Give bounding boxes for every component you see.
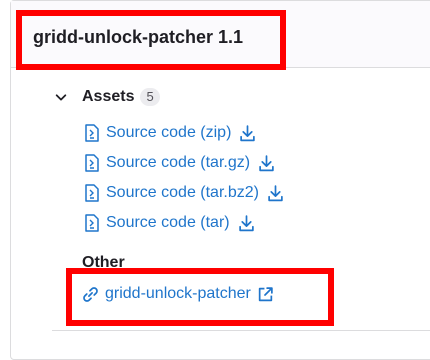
chevron-down-icon bbox=[55, 94, 67, 101]
file-zip-icon bbox=[85, 184, 99, 202]
source-code-zip-link[interactable]: Source code (zip) bbox=[84, 124, 256, 142]
source-code-tarbz2-link[interactable]: Source code (tar.bz2) bbox=[84, 184, 284, 202]
file-zip-icon bbox=[85, 124, 99, 142]
assets-label: Assets bbox=[82, 88, 135, 105]
link-icon bbox=[83, 286, 98, 302]
other-link-gridd-unlock-patcher[interactable]: gridd-unlock-patcher bbox=[82, 285, 274, 303]
other-section-label: Other bbox=[82, 254, 125, 271]
source-code-tarbz2-label: Source code (tar.bz2) bbox=[106, 184, 259, 201]
divider bbox=[52, 330, 430, 331]
external-link-icon bbox=[258, 286, 273, 301]
source-code-zip-label: Source code (zip) bbox=[106, 124, 232, 141]
release-title[interactable]: gridd-unlock-patcher 1.1 bbox=[33, 27, 243, 48]
assets-toggle[interactable]: Assets 5 bbox=[54, 88, 160, 106]
source-code-tar-link[interactable]: Source code (tar) bbox=[84, 214, 255, 232]
assets-count-badge: 5 bbox=[140, 88, 160, 106]
file-zip-icon bbox=[85, 214, 99, 232]
source-code-targz-link[interactable]: Source code (tar.gz) bbox=[84, 154, 275, 172]
download-icon bbox=[259, 154, 274, 171]
source-code-targz-label: Source code (tar.gz) bbox=[106, 154, 251, 171]
file-zip-icon bbox=[85, 154, 99, 172]
download-icon bbox=[240, 124, 256, 141]
download-icon bbox=[268, 184, 283, 201]
release-card: gridd-unlock-patcher 1.1 bbox=[10, 0, 430, 360]
other-link-label: gridd-unlock-patcher bbox=[105, 285, 251, 302]
source-code-tar-label: Source code (tar) bbox=[106, 214, 230, 231]
download-icon bbox=[238, 214, 254, 231]
release-header: gridd-unlock-patcher 1.1 bbox=[11, 1, 430, 68]
